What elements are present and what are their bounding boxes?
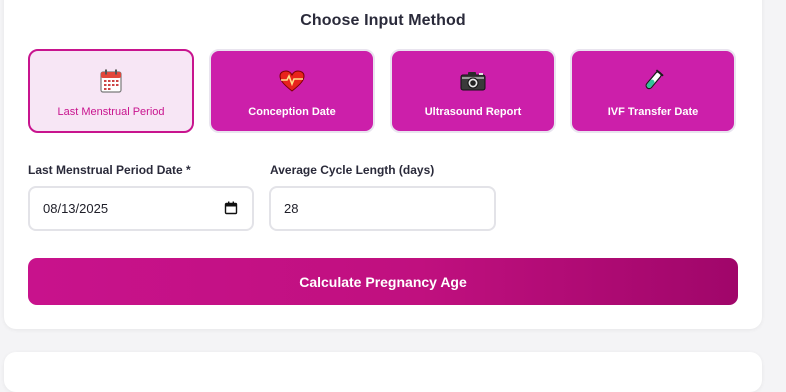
method-ivf-button[interactable]: IVF Transfer Date [570,49,736,133]
lmp-date-label: Last Menstrual Period Date * [28,163,191,177]
heart-pulse-icon [211,68,373,94]
method-ivf-label: IVF Transfer Date [607,106,699,118]
method-conception-button[interactable]: Conception Date [209,49,375,133]
cycle-length-input[interactable]: 28 [269,186,496,231]
test-tube-icon [572,68,734,94]
calculate-button[interactable]: Calculate Pregnancy Age [28,258,738,305]
cycle-length-value: 28 [284,201,299,216]
method-lmp-button[interactable]: Last Menstrual Period [28,49,194,133]
results-card [4,352,762,392]
camera-icon [392,68,554,94]
section-heading: Choose Input Method [300,12,466,29]
calendar-picker-icon[interactable] [224,201,238,215]
method-ultrasound-label: Ultrasound Report [424,106,522,118]
method-conception-label: Conception Date [248,106,336,118]
method-lmp-label: Last Menstrual Period [57,106,165,118]
method-ultrasound-button[interactable]: Ultrasound Report [390,49,556,133]
lmp-date-input[interactable]: 08/13/2025 [28,186,254,231]
lmp-date-value: 08/13/2025 [43,201,109,216]
calendar-icon [30,68,192,94]
cycle-length-label: Average Cycle Length (days) [270,163,435,177]
